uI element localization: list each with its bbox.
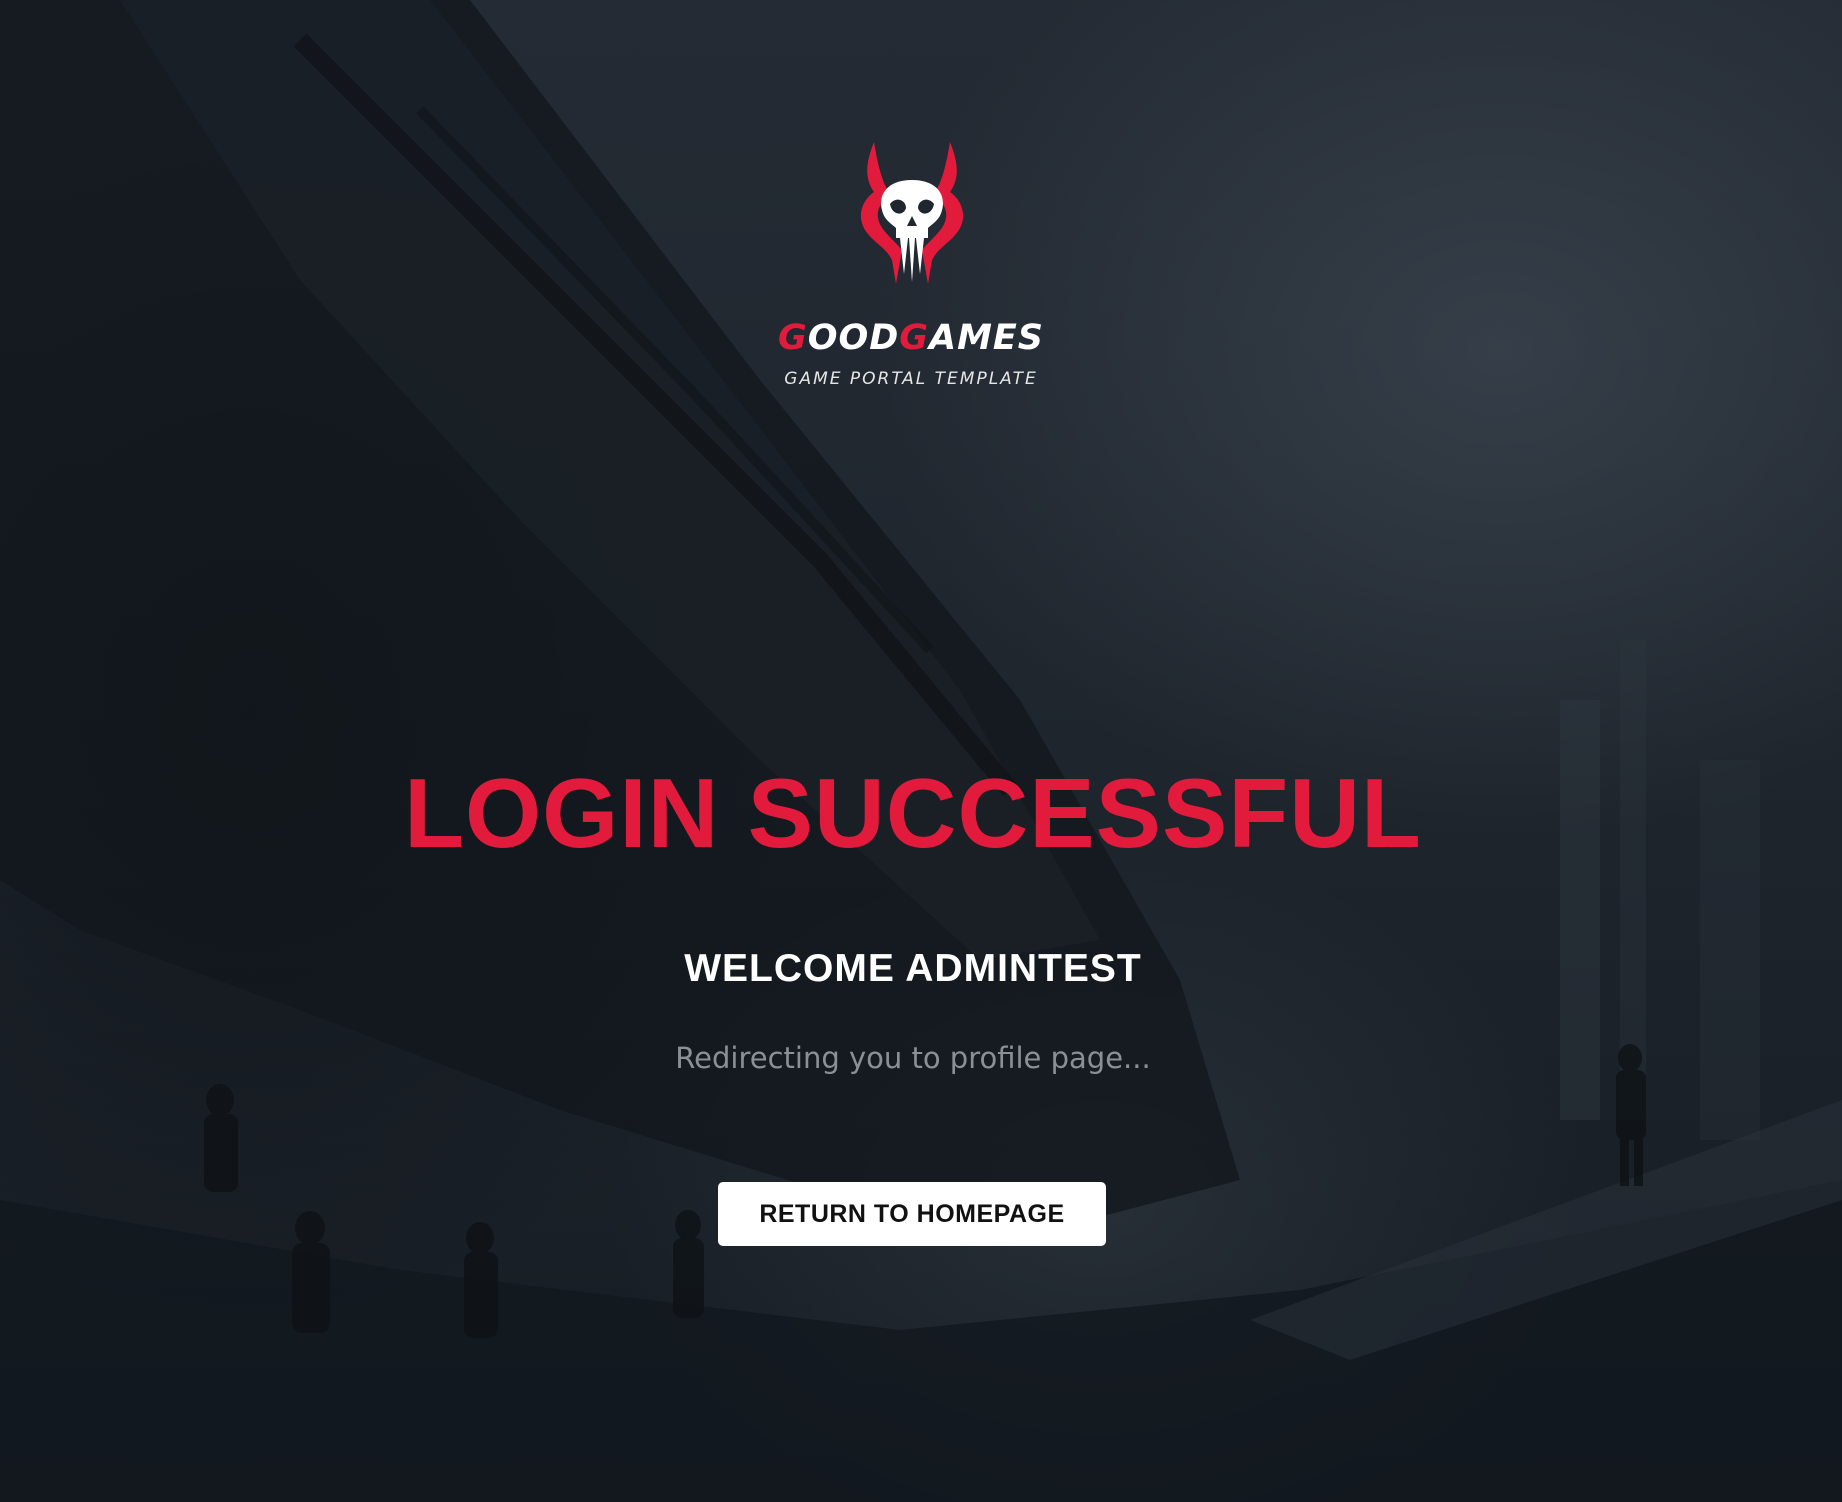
login-success-headline: LOGIN SUCCESSFUL <box>404 758 1422 868</box>
brand-name-initial-1: G <box>777 318 808 358</box>
redirect-message: Redirecting you to profile page... <box>675 1041 1151 1075</box>
skull-logo-icon <box>860 142 964 284</box>
welcome-message: WELCOME ADMINTEST <box>684 947 1142 990</box>
brand-name-part-2: AMES <box>928 318 1045 358</box>
return-to-homepage-button[interactable]: RETURN TO HOMEPAGE <box>718 1182 1106 1246</box>
brand-tagline: GAME PORTAL TEMPLATE <box>784 369 1038 389</box>
brand-name: GOODGAMES <box>0 318 1822 358</box>
brand-name-initial-2: G <box>899 318 929 358</box>
brand-name-part-1: OOD <box>807 318 900 358</box>
login-success-page: GOODGAMES GAME PORTAL TEMPLATE LOGIN SUC… <box>0 0 1842 1502</box>
